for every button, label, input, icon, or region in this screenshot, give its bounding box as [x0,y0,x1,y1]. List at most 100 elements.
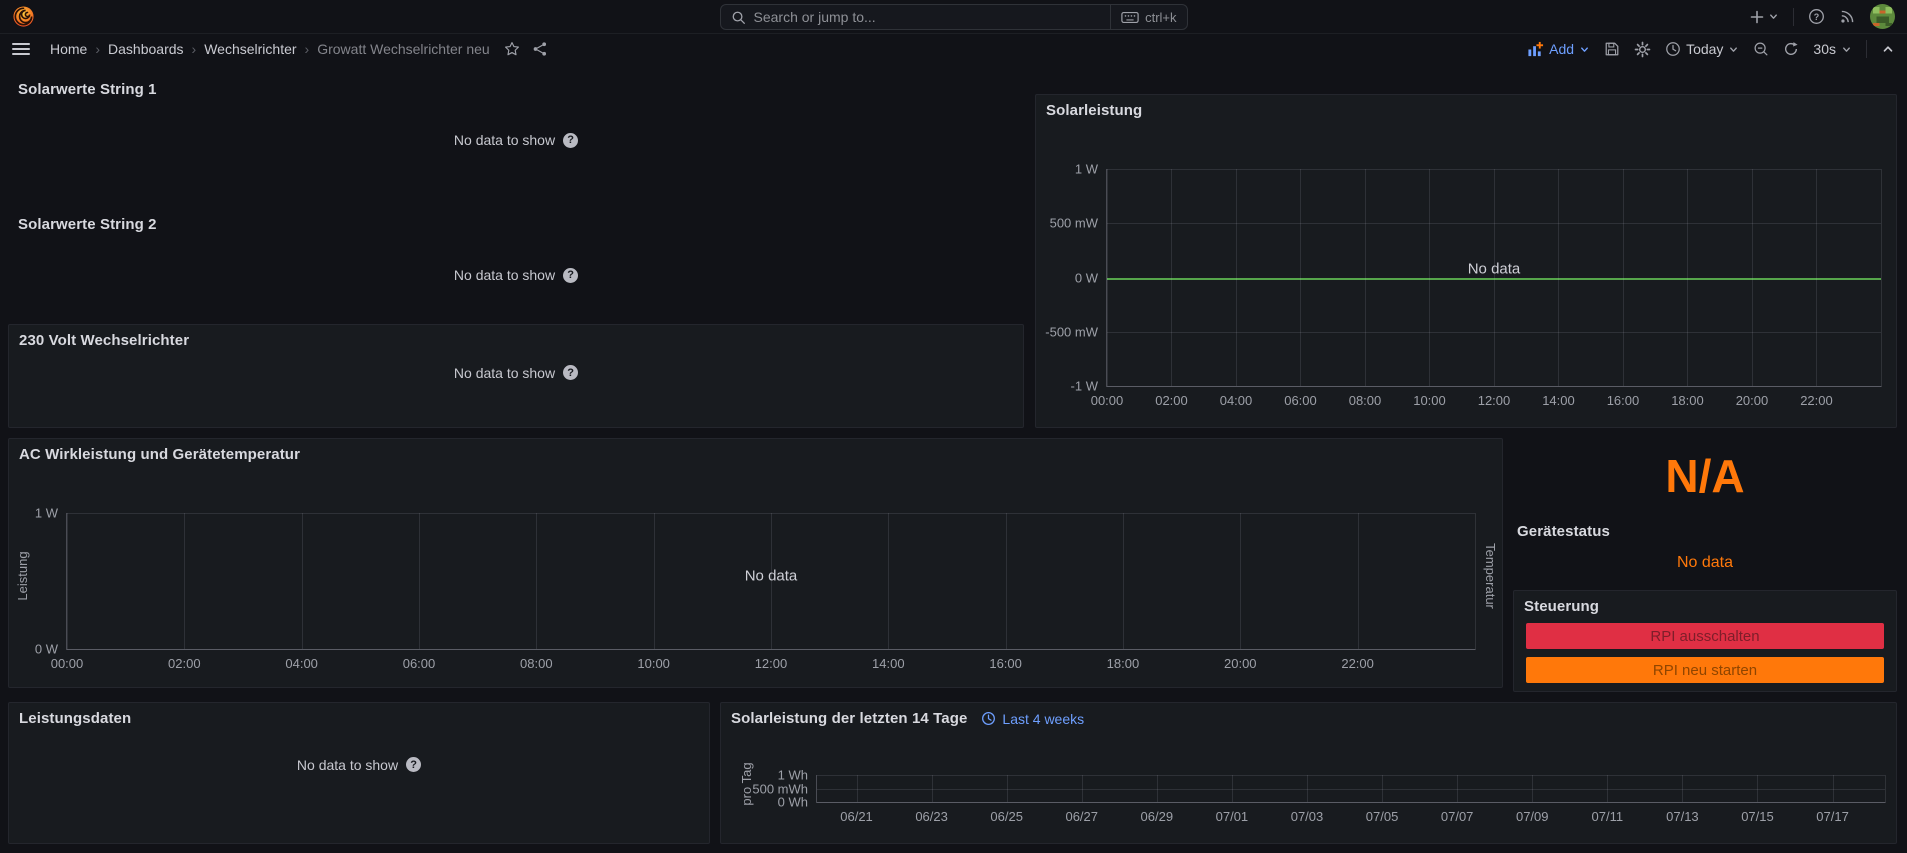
divider [1866,40,1867,58]
solarleistung-chart[interactable]: 1 W500 mW0 W-500 mW-1 W00:0002:0004:0006… [1036,121,1896,427]
plot-area[interactable]: 1 W0 W00:0002:0004:0006:0008:0010:0012:0… [66,513,1476,650]
x-axis-tick-label: 14:00 [1542,393,1575,408]
x-axis-tick-label: 07/09 [1516,809,1549,824]
breadcrumb-current-dashboard: Growatt Wechselrichter neu [317,41,489,57]
panel-title[interactable]: Solarleistung [1046,102,1142,119]
chevron-down-icon [1579,44,1590,55]
breadcrumb-separator: › [305,41,310,57]
grid-line-vertical [1816,169,1817,386]
dashboard-grid: Solarwerte String 1 No data to show ? So… [0,64,1907,853]
no-data-message: No data to show ? [9,351,1023,427]
grid-line-vertical [1107,169,1108,386]
grid-line-vertical [184,513,185,649]
add-panel-button[interactable]: Add [1527,41,1590,58]
grid-line-horizontal [817,775,1885,776]
add-panel-icon [1527,41,1544,58]
help-icon[interactable]: ? [563,133,578,148]
help-icon[interactable]: ? [563,268,578,283]
breadcrumb-home[interactable]: Home [50,41,87,57]
breadcrumb-folder[interactable]: Wechselrichter [204,41,296,57]
rpi-ausschalten-button[interactable]: RPI ausschalten [1526,623,1884,649]
panel-title[interactable]: 230 Volt Wechselrichter [19,332,189,349]
breadcrumb-separator: › [192,41,197,57]
news-rss-icon[interactable] [1839,8,1856,25]
rpi-neu-starten-button[interactable]: RPI neu starten [1526,657,1884,683]
chart-no-data-text: No data [1468,260,1521,277]
keyboard-icon [1121,11,1139,24]
y-axis-label-left: Leistung [15,551,30,600]
x-axis-tick-label: 07/17 [1816,809,1849,824]
x-axis-tick-label: 07/03 [1291,809,1324,824]
plot-area[interactable]: 1 Wh500 mWh0 Wh06/2106/2306/2506/2706/29… [816,775,1886,803]
x-axis-tick-label: 06:00 [1284,393,1317,408]
grid-line-vertical [1757,775,1758,802]
help-icon[interactable]: ? [563,365,578,380]
x-axis-tick-label: 07/13 [1666,809,1699,824]
help-circle-icon[interactable]: ? [1808,8,1825,25]
x-axis-tick-label: 16:00 [989,656,1022,671]
global-search[interactable]: ctrl+k [720,4,1188,30]
dashboard-settings-gear-icon[interactable] [1634,41,1651,58]
panel-steuerung: Steuerung RPI ausschalten RPI neu starte… [1513,590,1897,692]
grafana-logo[interactable] [12,5,35,28]
x-axis-tick-label: 06/21 [840,809,873,824]
search-shortcut: ctrl+k [1110,5,1176,29]
breadcrumb: Home › Dashboards › Wechselrichter › Gro… [50,41,490,57]
no-data-message: No data to show ? [8,100,1024,180]
user-avatar[interactable] [1870,4,1895,29]
x-axis-tick-label: 02:00 [168,656,201,671]
time-range-picker[interactable]: Today [1665,41,1739,57]
svg-text:?: ? [1814,12,1819,22]
x-axis-tick-label: 04:00 [285,656,318,671]
stat-value: N/A [1513,438,1897,514]
x-axis-tick-label: 08:00 [1349,393,1382,408]
panel-title[interactable]: Solarwerte String 1 [18,81,157,98]
share-icon[interactable] [532,41,548,57]
collapse-toolbar-chevron-up-icon[interactable] [1881,42,1895,56]
menu-hamburger-icon[interactable] [12,42,30,56]
grid-line-vertical [1607,775,1608,802]
chevron-down-icon [1728,44,1739,55]
grid-line-vertical [1752,169,1753,386]
x-axis-tick-label: 07/05 [1366,809,1399,824]
plot-area[interactable]: 1 W500 mW0 W-500 mW-1 W00:0002:0004:0006… [1106,169,1882,387]
clock-icon [1665,41,1681,57]
panel-time-range-link[interactable]: Last 4 weeks [981,711,1084,727]
ac-wirkleistung-chart[interactable]: 1 W0 W00:0002:0004:0006:0008:0010:0012:0… [9,465,1502,687]
search-icon [731,10,746,25]
new-button[interactable] [1749,9,1779,25]
star-icon[interactable] [504,41,520,57]
refresh-icon[interactable] [1783,41,1799,57]
refresh-interval-dropdown[interactable]: 30s [1813,41,1852,57]
panel-solarleistung: Solarleistung 1 W500 mW0 W-500 mW-1 W00:… [1035,94,1897,428]
y-axis-tick-label: -1 W [1071,379,1098,394]
solarleistung-14-tage-chart[interactable]: 1 Wh500 mWh0 Wh06/2106/2306/2506/2706/29… [721,729,1896,843]
no-data-message: No data to show ? [8,235,1024,315]
x-axis-tick-label: 06:00 [403,656,436,671]
breadcrumb-dashboards[interactable]: Dashboards [108,41,184,57]
x-axis-tick-label: 10:00 [637,656,670,671]
no-data-message: No data to show ? [9,729,709,843]
panel-title[interactable]: Steuerung [1524,598,1599,615]
grid-line-vertical [1494,169,1495,386]
x-axis-tick-label: 12:00 [1478,393,1511,408]
x-axis-tick-label: 08:00 [520,656,553,671]
panel-title[interactable]: Solarwerte String 2 [18,216,157,233]
chevron-down-icon [1768,11,1779,22]
save-dashboard-icon[interactable] [1604,41,1620,57]
grid-line-vertical [932,775,933,802]
y-axis-tick-label: 1 W [1075,162,1098,177]
panel-title[interactable]: AC Wirkleistung und Gerätetemperatur [19,446,300,463]
panel-title[interactable]: Solarleistung der letzten 14 Tage [731,710,967,727]
help-icon[interactable]: ? [406,757,421,772]
x-axis-tick-label: 07/01 [1216,809,1249,824]
panel-title[interactable]: Leistungsdaten [19,710,131,727]
search-input[interactable] [754,9,1103,25]
grid-line-vertical [1307,775,1308,802]
y-axis-tick-label: 0 W [1075,270,1098,285]
grid-line-vertical [857,775,858,802]
zoom-out-icon[interactable] [1753,41,1769,57]
grid-line-vertical [419,513,420,649]
x-axis-tick-label: 18:00 [1107,656,1140,671]
panel-title[interactable]: Gerätestatus [1517,523,1610,540]
